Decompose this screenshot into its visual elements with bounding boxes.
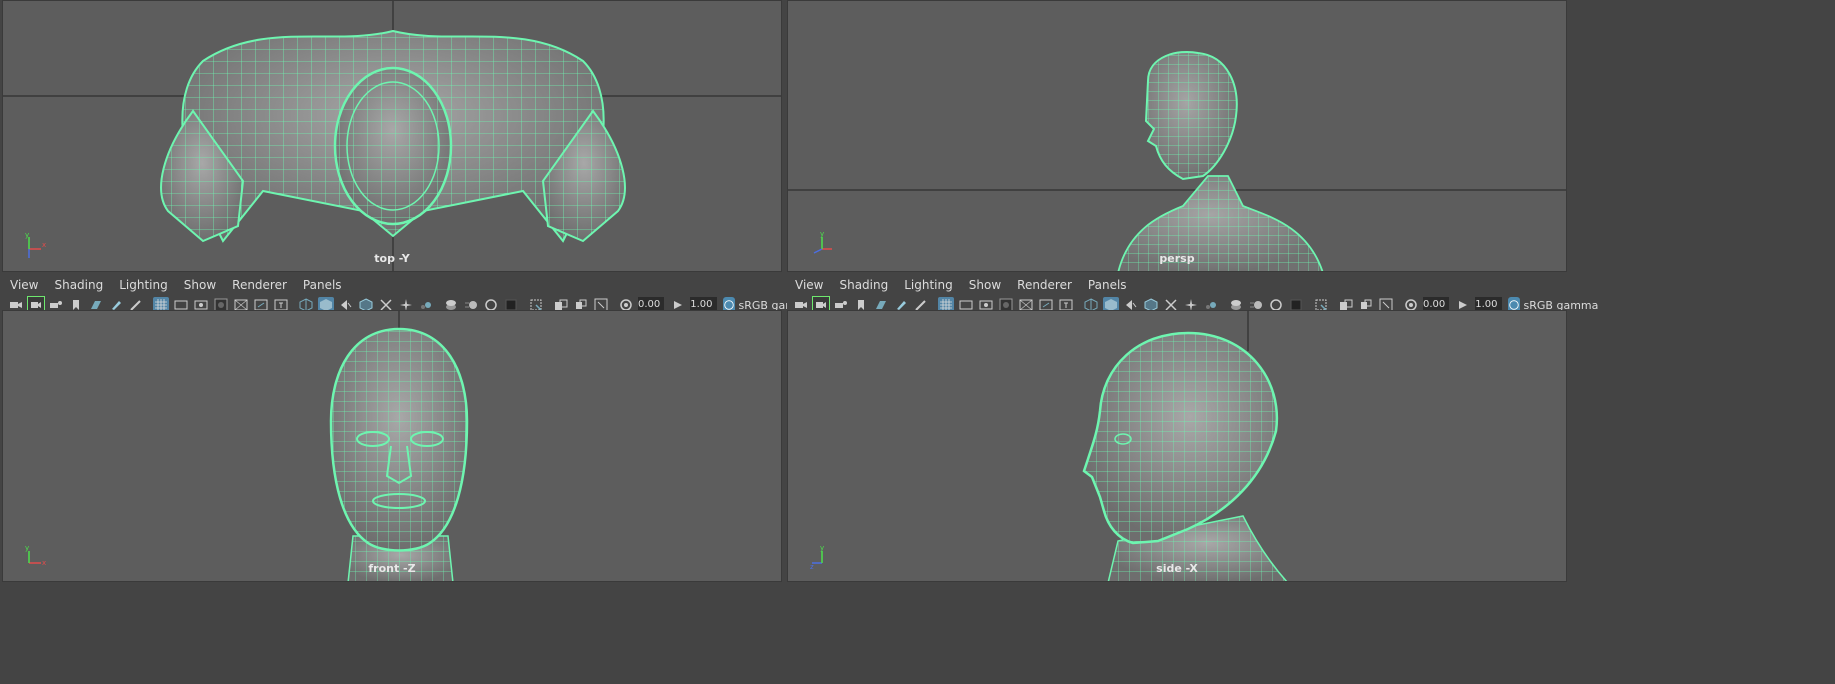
panel-menu-bar: View Shading Lighting Show Renderer Pane… — [2, 275, 782, 295]
menu-shading[interactable]: Shading — [54, 278, 103, 292]
camera-label-front: front -Z — [368, 562, 416, 575]
camera-label-side: side -X — [1156, 562, 1198, 575]
viewport-top[interactable]: x y top -Y — [2, 0, 782, 272]
panel-menu-bar: View Shading Lighting Show Renderer Pane… — [787, 275, 1567, 295]
menu-show[interactable]: Show — [969, 278, 1001, 292]
menu-lighting[interactable]: Lighting — [119, 278, 168, 292]
menu-renderer[interactable]: Renderer — [232, 278, 287, 292]
panel-toolbar-left: View Shading Lighting Show Renderer Pane… — [2, 275, 813, 315]
svg-text:y: y — [25, 544, 29, 552]
svg-text:y: y — [820, 544, 824, 552]
menu-shading[interactable]: Shading — [839, 278, 888, 292]
svg-text:y: y — [25, 231, 29, 239]
panel-toolbar-right: View Shading Lighting Show Renderer Pane… — [787, 275, 1598, 315]
side-view-wireframe — [1082, 311, 1288, 581]
viewport-persp[interactable]: y persp — [787, 0, 1567, 272]
menu-show[interactable]: Show — [184, 278, 216, 292]
menu-panels[interactable]: Panels — [1088, 278, 1127, 292]
svg-text:x: x — [42, 241, 46, 249]
menu-lighting[interactable]: Lighting — [904, 278, 953, 292]
camera-label-top: top -Y — [374, 252, 410, 265]
menu-view[interactable]: View — [795, 278, 823, 292]
viewport-side[interactable]: z y side -X — [787, 310, 1567, 582]
front-view-wireframe — [329, 311, 469, 581]
viewport-front[interactable]: x y front -Z — [2, 310, 782, 582]
menu-view[interactable]: View — [10, 278, 38, 292]
camera-label-persp: persp — [1159, 252, 1195, 265]
svg-text:y: y — [820, 231, 824, 238]
menu-renderer[interactable]: Renderer — [1017, 278, 1072, 292]
menu-panels[interactable]: Panels — [303, 278, 342, 292]
persp-view-wireframe — [788, 51, 1566, 271]
top-view-wireframe — [3, 1, 781, 271]
